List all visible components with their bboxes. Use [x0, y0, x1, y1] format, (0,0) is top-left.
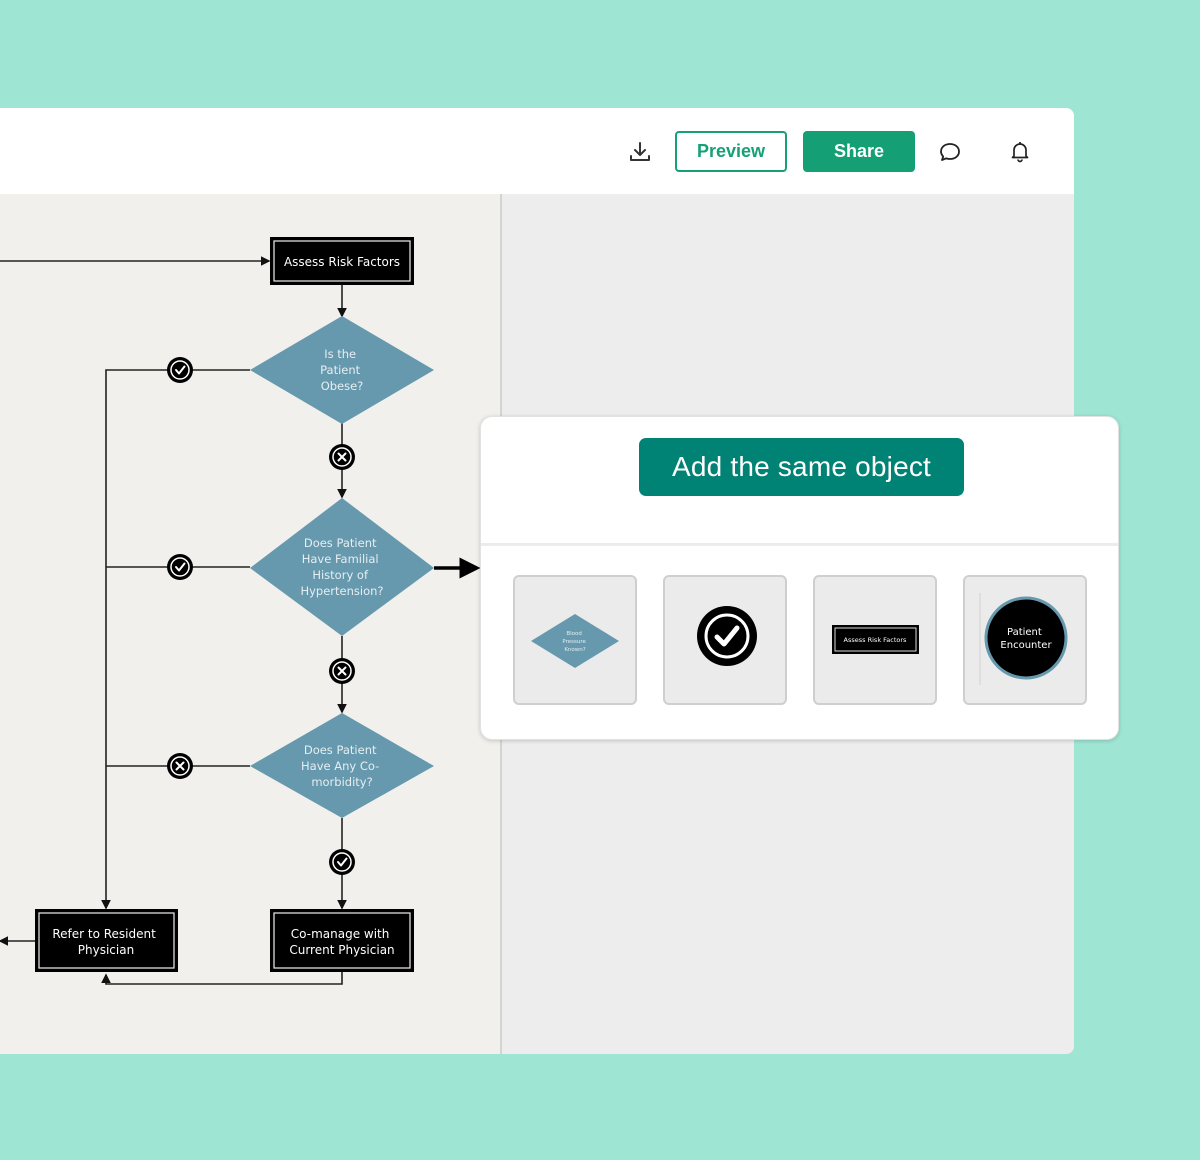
- process-box-shape: Assess Risk Factors: [832, 625, 919, 654]
- share-button[interactable]: Share: [803, 131, 915, 172]
- diagram-canvas[interactable]: Assess Risk Factors Is the Patient Obese…: [0, 194, 502, 1054]
- tile-process-box[interactable]: Assess Risk Factors: [813, 575, 937, 705]
- panel-divider: [481, 543, 1118, 546]
- check-icon[interactable]: [167, 554, 193, 580]
- x-icon[interactable]: [167, 753, 193, 779]
- tile-check-marker[interactable]: [663, 575, 787, 705]
- check-icon: [697, 606, 757, 666]
- decision-familial-history[interactable]: Does Patient Have Familial History of Hy…: [250, 498, 434, 636]
- check-icon[interactable]: [329, 849, 355, 875]
- x-icon[interactable]: [329, 658, 355, 684]
- decision-label: Does Patient Have Any Co- morbidity?: [301, 743, 383, 789]
- circle-shape: Patient Encounter: [979, 593, 1068, 685]
- preview-button[interactable]: Preview: [675, 131, 787, 172]
- box-label: Assess Risk Factors: [284, 255, 400, 269]
- add-same-object-button[interactable]: Add the same object: [639, 438, 964, 496]
- connector-line: [101, 369, 250, 910]
- flowchart: Assess Risk Factors Is the Patient Obese…: [0, 237, 481, 985]
- process-box-refer-resident[interactable]: Refer to Resident Physician: [35, 909, 178, 972]
- process-box-comanage[interactable]: Co-manage with Current Physician: [270, 909, 414, 972]
- svg-text:Assess Risk Factors: Assess Risk Factors: [844, 636, 907, 644]
- comment-icon[interactable]: [935, 137, 965, 167]
- decision-label: Is the Patient Obese?: [320, 347, 364, 393]
- add-same-object-panel: Add the same object Blood Pressure Known…: [480, 416, 1119, 740]
- process-box-assess-risk[interactable]: Assess Risk Factors: [270, 237, 414, 285]
- top-toolbar: Preview Share: [0, 108, 1074, 194]
- connector-line: [101, 971, 343, 985]
- x-icon[interactable]: [329, 444, 355, 470]
- download-icon[interactable]: [625, 137, 655, 167]
- decision-comorbidity[interactable]: Does Patient Have Any Co- morbidity?: [250, 713, 434, 818]
- tile-decision-diamond[interactable]: Blood Pressure Known?: [513, 575, 637, 705]
- bell-icon[interactable]: [1005, 136, 1035, 166]
- check-icon[interactable]: [167, 357, 193, 383]
- diamond-shape-icon: Blood Pressure Known?: [531, 614, 619, 668]
- decision-obese[interactable]: Is the Patient Obese?: [250, 316, 434, 424]
- tile-start-circle[interactable]: Patient Encounter: [963, 575, 1087, 705]
